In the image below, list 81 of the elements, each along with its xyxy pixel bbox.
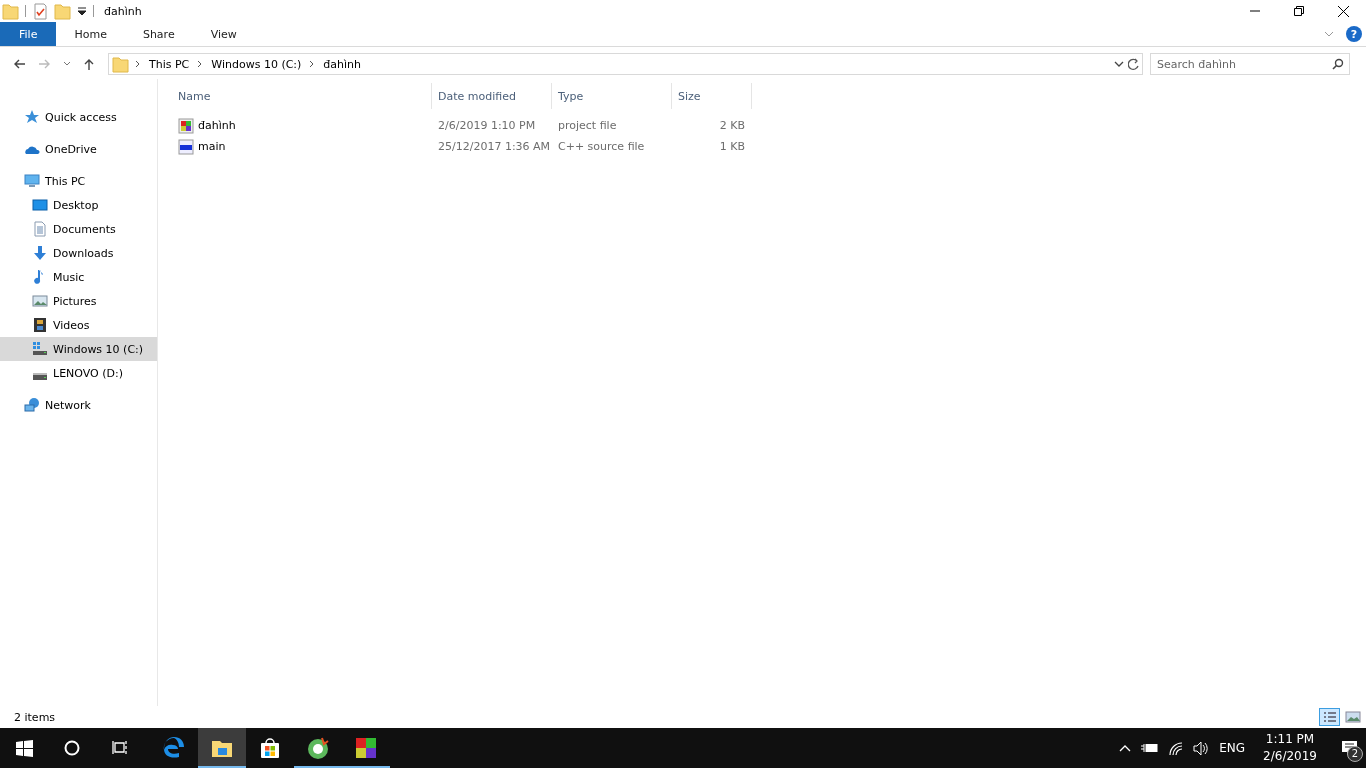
windows-logo-icon	[15, 739, 33, 757]
breadcrumb[interactable]: Windows 10 (C:)	[209, 57, 304, 71]
ring-icon	[306, 736, 330, 760]
column-header[interactable]: Type	[552, 83, 672, 109]
refresh-icon[interactable]	[1128, 57, 1140, 71]
chevron-right-icon	[135, 60, 141, 68]
navigation-item[interactable]: Network	[0, 393, 157, 417]
folder-icon	[2, 2, 19, 20]
clock-date[interactable]: 2/6/2019	[1263, 748, 1317, 765]
item-count: 2 items	[14, 710, 56, 724]
search-icon	[1332, 58, 1344, 70]
tiles-view-icon	[1345, 711, 1361, 723]
speaker-icon[interactable]	[1193, 740, 1210, 756]
ribbon-tab[interactable]: Home	[56, 22, 125, 46]
shopping-bag-icon	[258, 736, 282, 760]
column-header[interactable]: Size	[672, 83, 752, 109]
file-name-cell[interactable]: đahình	[176, 117, 432, 134]
address-bar[interactable]: This PC Windows 10 (C:) đahình	[108, 53, 1143, 75]
help-button[interactable]: ?	[1346, 26, 1362, 42]
circle-icon	[64, 740, 80, 756]
navigation-item[interactable]: OneDrive	[0, 137, 157, 161]
battery-icon[interactable]	[1141, 742, 1159, 754]
chevron-right-icon	[309, 60, 316, 68]
monitor-icon	[32, 197, 48, 213]
breadcrumb[interactable]: This PC	[147, 57, 192, 71]
navigation-item[interactable]: Downloads	[0, 241, 157, 265]
navigation-item[interactable]: Music	[0, 265, 157, 289]
ribbon-tab[interactable]: Share	[124, 22, 193, 46]
blocks-icon	[354, 736, 378, 760]
folder-icon	[112, 55, 129, 73]
breadcrumb[interactable]: đahình	[321, 57, 364, 71]
type-cell-text: project file	[557, 119, 618, 132]
wifi-icon[interactable]	[1168, 740, 1184, 756]
size-cell-text: 2 KB	[718, 119, 746, 132]
column-header[interactable]: Name	[176, 83, 432, 109]
chevron-up-icon[interactable]	[1119, 743, 1132, 753]
blocks-icon	[178, 117, 194, 134]
up-arrow-icon	[83, 58, 95, 70]
size-cell-text: 1 KB	[718, 140, 746, 153]
drive-icon	[32, 372, 48, 380]
back-arrow-icon	[13, 58, 26, 70]
type-cell-text: C++ source file	[557, 140, 646, 153]
task-view-icon	[112, 740, 128, 756]
monitor-icon	[24, 173, 40, 189]
properties-icon[interactable]	[32, 2, 48, 20]
network-icon	[24, 397, 40, 413]
picture-icon	[32, 293, 48, 309]
details-view-button[interactable]	[1319, 708, 1340, 726]
document-icon	[32, 221, 48, 237]
forward-arrow-icon	[38, 58, 51, 70]
details-view-icon	[1322, 711, 1337, 723]
chevron-down-icon[interactable]	[1114, 60, 1124, 68]
ribbon-tab[interactable]: View	[192, 22, 255, 46]
search-field[interactable]: Search đahình	[1150, 53, 1350, 75]
window-title: đahình	[104, 4, 142, 18]
taskbar-app[interactable]	[198, 728, 246, 768]
code-file-icon	[178, 138, 194, 155]
navigation-item[interactable]: Quick access	[0, 105, 157, 129]
drive-icon	[32, 341, 48, 357]
navigation-item[interactable]: This PC	[0, 169, 157, 193]
file-name-cell[interactable]: main	[176, 138, 432, 155]
column-header[interactable]: Date modified	[432, 83, 552, 109]
language-indicator[interactable]: ENG	[1219, 741, 1246, 755]
navigation-item[interactable]: Pictures	[0, 289, 157, 313]
notification-count: 2	[1347, 746, 1363, 762]
navigation-item[interactable]: LENOVO (D:)	[0, 361, 157, 385]
navigation-item[interactable]: Documents	[0, 217, 157, 241]
star-icon	[24, 109, 40, 125]
navigation-item[interactable]: Videos	[0, 313, 157, 337]
navigation-item[interactable]: Desktop	[0, 193, 157, 217]
date-cell-text: 25/12/2017 1:36 AM	[437, 140, 552, 153]
caret-icon[interactable]	[77, 6, 87, 16]
navigation-item[interactable]: Windows 10 (C:)	[0, 337, 157, 361]
tiles-view-button[interactable]	[1342, 708, 1364, 726]
film-icon	[32, 317, 48, 333]
ribbon-tab[interactable]: File	[0, 22, 57, 46]
browser-e-icon	[162, 736, 186, 760]
down-arrow-icon	[32, 245, 48, 261]
clock-time[interactable]: 1:11 PM	[1265, 731, 1315, 748]
date-cell-text: 2/6/2019 1:10 PM	[437, 119, 537, 132]
chevron-right-icon	[197, 60, 204, 68]
